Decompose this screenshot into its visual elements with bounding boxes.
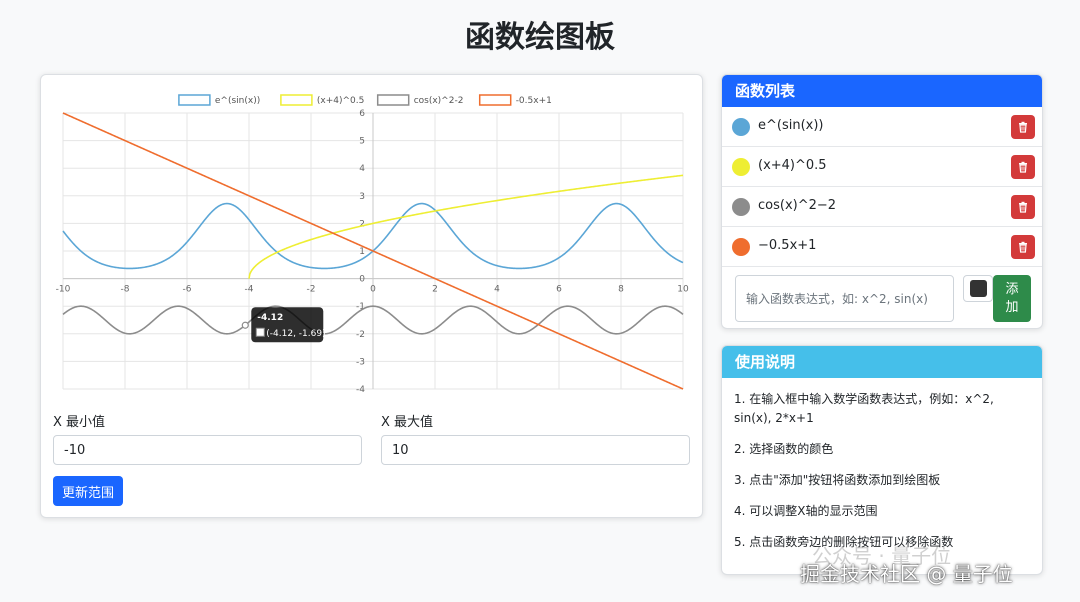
help-item: 1. 在输入框中输入数学函数表达式，例如：x^2, sin(x), 2*x+1 (734, 392, 994, 425)
legend-swatch (178, 94, 211, 106)
color-picker[interactable] (963, 275, 993, 302)
x-min-label: X 最小值 (53, 415, 106, 430)
legend-swatch (280, 94, 313, 106)
chart-card: -10 -8 -6 -4 -2 0 2 4 6 8 10 -4 -3 -2 -1 0 1 2 3 4 5 6 e^(sin(… (40, 74, 703, 518)
page-title: 函数绘图板 (465, 20, 615, 55)
help-item: 4. 可以调整X轴的显示范围 (734, 504, 878, 518)
function-label: (x+4)^0.5 (758, 158, 827, 173)
trash-icon (1019, 161, 1027, 173)
x-tick-label: 10 (677, 285, 689, 295)
y-tick-label: -4 (356, 385, 365, 395)
tooltip-label: (-4.12, -1.69) (266, 329, 325, 339)
watermark: 掘金技术社区 @ 量子位 (800, 562, 1013, 586)
trash-icon (1019, 241, 1027, 253)
update-range-button[interactable]: 更新范围 (53, 476, 123, 506)
function-label: −0.5x+1 (758, 238, 817, 253)
x-max-input[interactable] (381, 435, 690, 465)
function-color-dot (732, 118, 750, 136)
series-line (248, 174, 684, 279)
x-tick-label: -4 (245, 285, 254, 295)
x-tick-label: -2 (307, 285, 316, 295)
tooltip-swatch (255, 327, 265, 337)
function-color-dot (732, 158, 750, 176)
function-list-item: e^(sin(x)) (722, 107, 1042, 147)
trash-icon (1019, 121, 1027, 133)
function-label: e^(sin(x)) (758, 118, 824, 133)
x-max-label: X 最大值 (381, 415, 434, 430)
y-tick-label: -3 (356, 357, 365, 367)
add-function-button[interactable]: 添加 (993, 275, 1031, 322)
function-list-item: −0.5x+1 (722, 227, 1042, 267)
x-tick-label: 4 (494, 285, 500, 295)
function-color-dot (732, 198, 750, 216)
legend-swatch (478, 94, 512, 106)
x-tick-label: 0 (370, 285, 376, 295)
function-expression-input[interactable] (735, 275, 954, 322)
x-tick-label: 6 (556, 285, 562, 295)
help-header: 使用说明 (722, 346, 1042, 378)
legend-label: -0.5x+1 (516, 96, 552, 106)
y-tick-label: -2 (356, 330, 365, 340)
color-swatch (970, 280, 987, 297)
help-item: 3. 点击"添加"按钮将函数添加到绘图板 (734, 473, 941, 487)
delete-function-button[interactable] (1011, 235, 1035, 259)
function-label: cos(x)^2−2 (758, 198, 837, 213)
y-tick-label: 1 (359, 247, 365, 257)
function-list-item: cos(x)^2−2 (722, 187, 1042, 227)
function-color-dot (732, 238, 750, 256)
trash-icon (1019, 201, 1027, 213)
legend-swatch (376, 94, 410, 106)
tooltip-title: -4.12 (257, 313, 283, 323)
help-list: 1. 在输入框中输入数学函数表达式，例如：x^2, sin(x), 2*x+1 2… (722, 378, 1042, 552)
function-list-header: 函数列表 (722, 75, 1042, 107)
x-tick-label: 8 (618, 285, 624, 295)
delete-function-button[interactable] (1011, 155, 1035, 179)
delete-function-button[interactable] (1011, 195, 1035, 219)
x-tick-label: -8 (121, 285, 130, 295)
legend-label: cos(x)^2-2 (414, 96, 464, 106)
legend-label: e^(sin(x)) (215, 96, 260, 106)
legend-label: (x+4)^0.5 (317, 96, 364, 106)
delete-function-button[interactable] (1011, 115, 1035, 139)
function-list-card: 函数列表 e^(sin(x)) (x+4)^0.5 cos(x)^2−2 −0.5x+… (721, 74, 1043, 329)
x-min-input[interactable] (53, 435, 362, 465)
hover-point (241, 321, 249, 329)
function-list-item: (x+4)^0.5 (722, 147, 1042, 187)
function-chart[interactable]: -10 -8 -6 -4 -2 0 2 4 6 8 10-4-3-2-10123456e^(sin(… (41, 75, 703, 405)
help-item: 2. 选择函数的颜色 (734, 442, 834, 456)
x-tick-label: -10 (56, 285, 71, 295)
y-tick-label: 5 (359, 137, 365, 147)
y-tick-label: 4 (359, 164, 365, 174)
x-tick-label: 2 (432, 285, 438, 295)
y-tick-label: 2 (359, 219, 365, 229)
y-tick-label: 3 (359, 192, 365, 202)
y-tick-label: 6 (359, 109, 365, 119)
y-tick-label: 0 (359, 275, 365, 285)
x-tick-label: -6 (183, 285, 192, 295)
